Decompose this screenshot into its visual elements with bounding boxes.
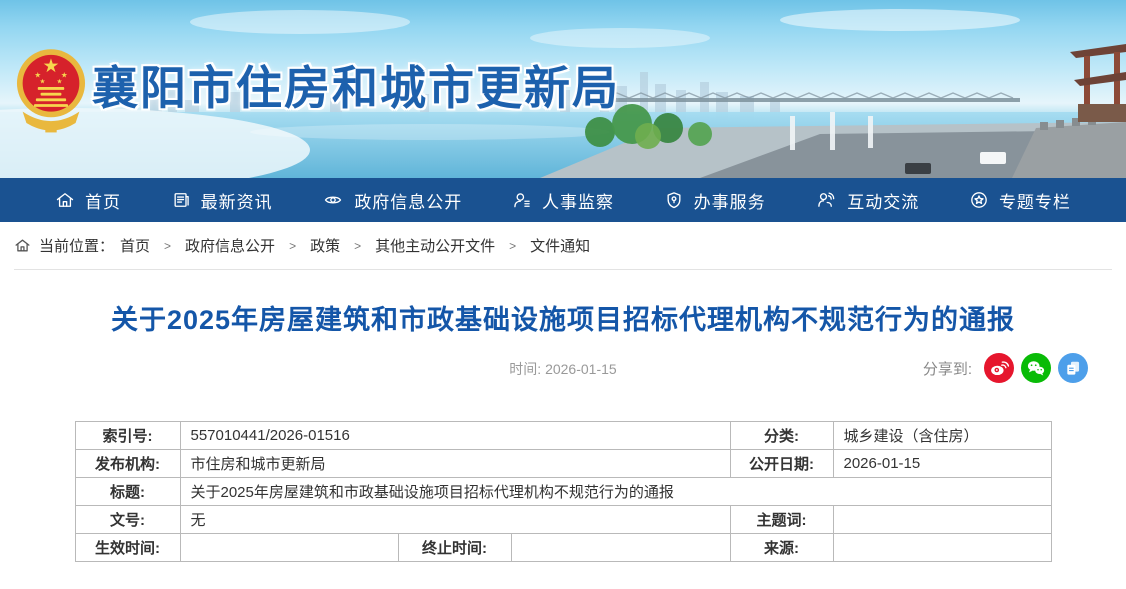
person-icon [512, 190, 532, 210]
breadcrumb-separator: > [164, 239, 171, 253]
nav-item-personnel[interactable]: 人事监察 [512, 188, 614, 213]
home-outline-icon [14, 237, 31, 254]
national-emblem: ★ ★ ★ ★ ★ [13, 36, 89, 140]
publish-date-label: 公开日期: [730, 450, 833, 478]
nav-item-gov-info[interactable]: 政府信息公开 [322, 188, 462, 213]
nav-item-home[interactable]: 首页 [55, 188, 121, 213]
star-icon [969, 190, 989, 210]
nav-item-label: 首页 [85, 188, 121, 213]
agency-value: 市住房和城市更新局 [180, 450, 730, 478]
effective-date-value [180, 534, 398, 562]
eye-icon [322, 190, 344, 210]
article-meta: 时间: 2026-01-15 分享到: [0, 353, 1126, 385]
nav-item-news[interactable]: 最新资讯 [171, 188, 273, 213]
breadcrumb-item-doc-notice[interactable]: 文件通知 [530, 235, 590, 256]
share-bar: 分享到: [923, 353, 1088, 383]
expiry-date-label: 终止时间: [398, 534, 511, 562]
weibo-share-button[interactable] [984, 353, 1014, 383]
nav-item-label: 政府信息公开 [354, 188, 462, 213]
nav-item-special-topics[interactable]: 专题专栏 [969, 188, 1071, 213]
svg-text:★: ★ [40, 78, 46, 85]
table-row: 索引号: 557010441/2026-01516 分类: 城乡建设（含住房） [75, 422, 1051, 450]
doc-number-value: 无 [180, 506, 730, 534]
chat-icon [815, 190, 837, 210]
time-value: 2026-01-15 [545, 361, 617, 377]
source-label: 来源: [730, 534, 833, 562]
keywords-label: 主题词: [730, 506, 833, 534]
divider [14, 269, 1112, 270]
nav-item-services[interactable]: 办事服务 [664, 188, 766, 213]
table-row: 生效时间: 终止时间: 来源: [75, 534, 1051, 562]
nav-item-label: 办事服务 [694, 188, 766, 213]
wechat-share-button[interactable] [1021, 353, 1051, 383]
site-banner: ★ ★ ★ ★ ★ 襄阳市住房和城市更新局 [0, 0, 1126, 178]
copylink-share-button[interactable] [1058, 353, 1088, 383]
nav-item-label: 最新资讯 [201, 188, 273, 213]
category-value: 城乡建设（含住房） [833, 422, 1051, 450]
index-number-label: 索引号: [75, 422, 180, 450]
agency-label: 发布机构: [75, 450, 180, 478]
doc-number-label: 文号: [75, 506, 180, 534]
breadcrumb-item-other-public-docs[interactable]: 其他主动公开文件 [375, 235, 495, 256]
document-info-table: 索引号: 557010441/2026-01516 分类: 城乡建设（含住房） … [75, 421, 1052, 562]
nav-item-label: 互动交流 [847, 188, 919, 213]
main-nav: 首页 最新资讯 政府信息公开 人事监察 办 [0, 178, 1126, 222]
copylink-icon [1062, 357, 1084, 379]
wechat-icon [1025, 357, 1047, 379]
breadcrumb-item-gov-info[interactable]: 政府信息公开 [185, 235, 275, 256]
table-row: 发布机构: 市住房和城市更新局 公开日期: 2026-01-15 [75, 450, 1051, 478]
keywords-value [833, 506, 1051, 534]
table-row: 文号: 无 主题词: [75, 506, 1051, 534]
breadcrumb-prefix: 当前位置： [39, 235, 114, 256]
breadcrumb-separator: > [354, 239, 361, 253]
svg-text:★: ★ [43, 56, 60, 77]
table-row: 标题: 关于2025年房屋建筑和市政基础设施项目招标代理机构不规范行为的通报 [75, 478, 1051, 506]
time-label: 时间: [509, 361, 541, 377]
share-label: 分享到: [923, 358, 972, 379]
news-icon [171, 190, 191, 210]
category-label: 分类: [730, 422, 833, 450]
home-icon [55, 190, 75, 210]
breadcrumb-item-home[interactable]: 首页 [120, 235, 150, 256]
effective-date-label: 生效时间: [75, 534, 180, 562]
weibo-icon [988, 357, 1010, 379]
article-title: 关于2025年房屋建筑和市政基础设施项目招标代理机构不规范行为的通报 [0, 298, 1126, 337]
nav-item-label: 人事监察 [542, 188, 614, 213]
expiry-date-value [511, 534, 730, 562]
nav-item-interaction[interactable]: 互动交流 [815, 188, 919, 213]
breadcrumb-separator: > [509, 239, 516, 253]
title-value: 关于2025年房屋建筑和市政基础设施项目招标代理机构不规范行为的通报 [180, 478, 1051, 506]
svg-text:★: ★ [57, 78, 63, 85]
index-number-value: 557010441/2026-01516 [180, 422, 730, 450]
source-value [833, 534, 1051, 562]
publish-date-value: 2026-01-15 [833, 450, 1051, 478]
site-title: 襄阳市住房和城市更新局 [92, 52, 620, 118]
shield-icon [664, 190, 684, 210]
breadcrumb: 当前位置： 首页 > 政府信息公开 > 政策 > 其他主动公开文件 > 文件通知 [0, 222, 1126, 269]
title-label: 标题: [75, 478, 180, 506]
breadcrumb-separator: > [289, 239, 296, 253]
nav-item-label: 专题专栏 [999, 188, 1071, 213]
breadcrumb-item-policy[interactable]: 政策 [310, 235, 340, 256]
